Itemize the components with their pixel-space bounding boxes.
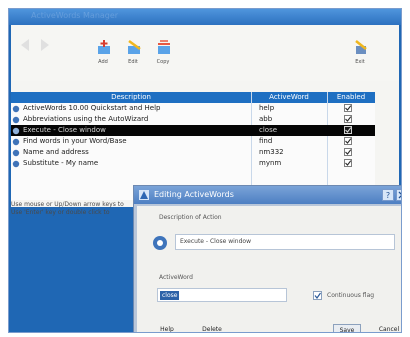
row-enabled-checkbox[interactable] — [343, 137, 353, 145]
add-icon — [98, 40, 110, 54]
dialog-titlebar[interactable]: Editing ActiveWords ? — [134, 186, 402, 204]
exit-icon — [355, 40, 367, 54]
exit-button[interactable]: Exit — [345, 37, 375, 71]
cancel-button[interactable]: Cancel — [375, 324, 401, 332]
row-enabled-checkbox[interactable] — [343, 104, 353, 112]
row-activeword: mynm — [259, 159, 282, 167]
table-row[interactable]: Abbreviations using the AutoWizard abb — [11, 114, 375, 125]
text-icon — [12, 160, 20, 168]
edit-button-label: Edit — [128, 59, 138, 65]
table-header: Description ActiveWord Enabled — [11, 92, 375, 103]
row-activeword: abb — [259, 115, 273, 123]
table-row[interactable]: ActiveWords 10.00 Quickstart and Help hel… — [11, 103, 375, 114]
main-window: ActiveWords Manager Add Edit Copy Exit D… — [8, 8, 402, 333]
dialog-title: Editing ActiveWords — [154, 190, 234, 199]
add-button[interactable]: Add — [88, 37, 118, 71]
help-icon[interactable]: ? — [382, 189, 394, 201]
row-enabled-checkbox[interactable] — [343, 126, 353, 134]
column-header-enabled[interactable]: Enabled — [327, 93, 375, 101]
row-activeword: find — [259, 137, 273, 145]
wizard-icon — [12, 116, 20, 124]
activeword-label: ActiveWord — [159, 274, 193, 281]
copy-button-label: Copy — [156, 59, 170, 65]
status-line-2: Use 'Enter' key or double click to — [11, 209, 110, 216]
help-icon — [12, 105, 20, 113]
row-description: Execute - Close window — [23, 126, 106, 134]
add-button-label: Add — [98, 59, 108, 65]
copy-icon — [158, 40, 170, 54]
main-content: Add Edit Copy Exit Description ActiveWor… — [11, 25, 399, 216]
description-value: Execute - Close window — [180, 238, 251, 245]
dialog-body: Description of Action Execute - Close wi… — [137, 206, 401, 332]
copy-button[interactable]: Copy — [148, 37, 178, 71]
status-text: Use mouse or Up/Down arrow keys to Use '… — [11, 201, 151, 217]
row-description: Substitute - My name — [23, 159, 99, 167]
row-description: Find words in your Word/Base — [23, 137, 127, 145]
edit-dialog: Editing ActiveWords ? Description of Act… — [133, 185, 402, 332]
status-line-1: Use mouse or Up/Down arrow keys to — [11, 201, 124, 208]
description-field[interactable]: Execute - Close window — [175, 234, 395, 250]
column-header-activeword[interactable]: ActiveWord — [251, 93, 327, 101]
edit-icon — [128, 39, 141, 54]
row-description: Name and address — [23, 148, 89, 156]
text-icon — [12, 149, 20, 157]
continuous-checkbox[interactable] — [313, 291, 322, 300]
table-row[interactable]: Name and address nm332 — [11, 147, 375, 158]
table-row[interactable]: Execute - Close window close — [11, 125, 375, 136]
row-enabled-checkbox[interactable] — [343, 148, 353, 156]
actions-table[interactable]: Description ActiveWord Enabled ActiveWor… — [11, 92, 375, 200]
close-icon[interactable] — [396, 189, 402, 201]
dialog-app-icon — [139, 190, 149, 200]
row-description: ActiveWords 10.00 Quickstart and Help — [23, 104, 161, 112]
edit-button[interactable]: Edit — [118, 37, 148, 71]
activeword-input[interactable]: close — [157, 288, 287, 302]
window-titlebar[interactable]: ActiveWords Manager — [9, 9, 401, 25]
help-button[interactable]: Help — [157, 324, 177, 332]
description-label: Description of Action — [159, 214, 222, 221]
row-activeword: nm332 — [259, 148, 284, 156]
svg-text:?: ? — [386, 191, 390, 200]
save-button[interactable]: Save — [333, 324, 361, 332]
row-description: Abbreviations using the AutoWizard — [23, 115, 149, 123]
row-enabled-checkbox[interactable] — [343, 115, 353, 123]
row-activeword: close — [259, 126, 278, 134]
table-row[interactable]: Find words in your Word/Base find — [11, 136, 375, 147]
find-icon — [12, 138, 20, 146]
column-header-description[interactable]: Description — [11, 93, 251, 101]
continuous-label: Continuous flag — [327, 292, 375, 299]
row-enabled-checkbox[interactable] — [343, 159, 353, 167]
activeword-value: close — [160, 291, 180, 300]
toolbar: Add Edit Copy Exit — [11, 25, 399, 81]
nav-arrows-icon — [21, 39, 49, 51]
execute-icon — [153, 236, 167, 250]
row-activeword: help — [259, 104, 275, 112]
execute-icon — [12, 127, 20, 135]
exit-button-label: Exit — [355, 59, 365, 65]
delete-button[interactable]: Delete — [199, 324, 225, 332]
window-title: ActiveWords Manager — [31, 11, 119, 20]
table-row[interactable]: Substitute - My name mynm — [11, 158, 375, 169]
